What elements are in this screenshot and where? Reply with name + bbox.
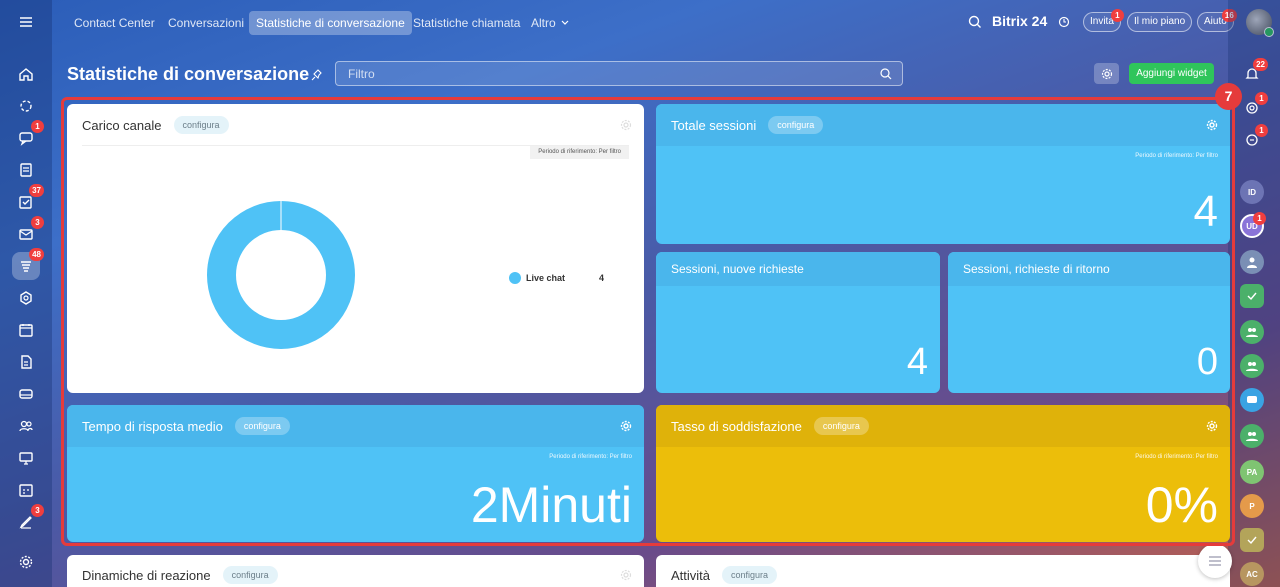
sites-icon[interactable] (12, 444, 40, 472)
avatar-p[interactable]: P (1240, 494, 1264, 518)
booking-icon[interactable] (12, 476, 40, 504)
board-settings-button[interactable] (1094, 63, 1119, 84)
group-avatar-3[interactable] (1240, 424, 1264, 448)
group-chat-avatar[interactable] (1240, 250, 1264, 274)
chevron-down-icon (561, 20, 569, 25)
widget-title: Attività (671, 567, 711, 583)
filter-input[interactable] (336, 62, 902, 85)
invite-label: Invita (1090, 16, 1114, 27)
contact-center-badge: 48 (29, 248, 44, 261)
crm-icon[interactable] (12, 284, 40, 312)
avatar-ac[interactable]: AC (1240, 562, 1264, 586)
group-avatar-1[interactable] (1240, 320, 1264, 344)
tab-conversazioni[interactable]: Conversazioni (161, 11, 251, 35)
feed-icon[interactable] (12, 156, 40, 184)
highlight-frame (61, 97, 1235, 546)
tab-altro[interactable]: Altro (524, 11, 574, 35)
top-bar: Contact Center Conversazioni Statistiche… (52, 0, 1274, 44)
sign-badge: 3 (31, 504, 44, 517)
step-marker: 7 (1215, 83, 1242, 110)
left-sidebar: 1 37 3 48 3 (0, 0, 52, 587)
widget-gear-icon[interactable] (620, 569, 632, 581)
chat-badge: 1 (31, 120, 44, 133)
notifications-bell-icon[interactable]: 22 (1240, 58, 1268, 86)
home-icon[interactable] (12, 60, 40, 88)
quick-menu-button[interactable] (1198, 544, 1232, 578)
collab-icon[interactable] (12, 92, 40, 120)
drive-icon[interactable] (12, 380, 40, 408)
employees-icon[interactable] (12, 412, 40, 440)
notifications-badge: 22 (1253, 58, 1268, 71)
avatar-ud[interactable]: UD 1 (1240, 212, 1266, 238)
menu-icon[interactable] (12, 8, 40, 36)
invite-badge: 1 (1110, 9, 1124, 22)
open-lines-icon[interactable]: 1 (1240, 92, 1268, 120)
avatar-id[interactable]: ID (1240, 180, 1264, 204)
tab-altro-label: Altro (531, 16, 556, 30)
tab-contact-center[interactable]: Contact Center (67, 11, 162, 35)
widget-header: Dinamiche di reazione configura (67, 555, 644, 587)
avatar-ud-badge: 1 (1253, 212, 1266, 225)
my-plan-button[interactable]: Il mio piano (1127, 12, 1193, 32)
sign-icon[interactable]: 3 (12, 504, 44, 536)
settings-icon[interactable] (12, 548, 40, 576)
group-avatar-2[interactable] (1240, 354, 1264, 378)
page-title: Statistiche di conversazione (67, 64, 310, 84)
tasks-chat-icon[interactable] (1240, 284, 1264, 308)
configure-button[interactable]: configura (222, 566, 278, 584)
open-lines-badge: 1 (1255, 92, 1268, 105)
filter-field (335, 61, 903, 86)
configure-button[interactable]: configura (722, 566, 778, 584)
clock-icon[interactable] (1058, 16, 1070, 28)
copilot-chat-icon[interactable]: 1 (1240, 124, 1268, 152)
tab-statistiche-chiamata[interactable]: Statistiche chiamata (406, 11, 527, 35)
tasks-chat-icon-2[interactable] (1240, 528, 1264, 552)
gear-icon (1101, 68, 1112, 79)
list-icon (1209, 556, 1221, 566)
pin-icon[interactable] (311, 69, 323, 81)
tasks-badge: 37 (29, 184, 44, 197)
chat-bubble-avatar[interactable] (1240, 388, 1264, 412)
documents-icon[interactable] (12, 348, 40, 376)
mail-icon[interactable]: 3 (12, 216, 44, 248)
avatar-pa[interactable]: PA (1240, 460, 1264, 484)
calendar-icon[interactable] (12, 316, 40, 344)
widget-title: Dinamiche di reazione (82, 567, 211, 583)
tab-statistiche-conversazione[interactable]: Statistiche di conversazione (249, 11, 412, 35)
widget-header: Attività configura (656, 555, 1230, 587)
add-widget-button[interactable]: Aggiungi widget (1129, 63, 1214, 84)
copilot-badge: 1 (1255, 124, 1268, 137)
tasks-icon[interactable]: 37 (12, 184, 44, 216)
widget-dinamiche-reazione: Dinamiche di reazione configura (67, 555, 644, 587)
brand-logo: Bitrix 24 (992, 13, 1048, 29)
invite-button[interactable]: Invita 1 (1083, 9, 1124, 32)
search-icon[interactable] (968, 15, 982, 29)
chat-icon[interactable]: 1 (12, 120, 44, 152)
widget-attivita: Attività configura (656, 555, 1230, 587)
contact-center-icon[interactable]: 48 (12, 248, 44, 280)
filter-search-icon[interactable] (880, 68, 892, 80)
mail-badge: 3 (31, 216, 44, 229)
